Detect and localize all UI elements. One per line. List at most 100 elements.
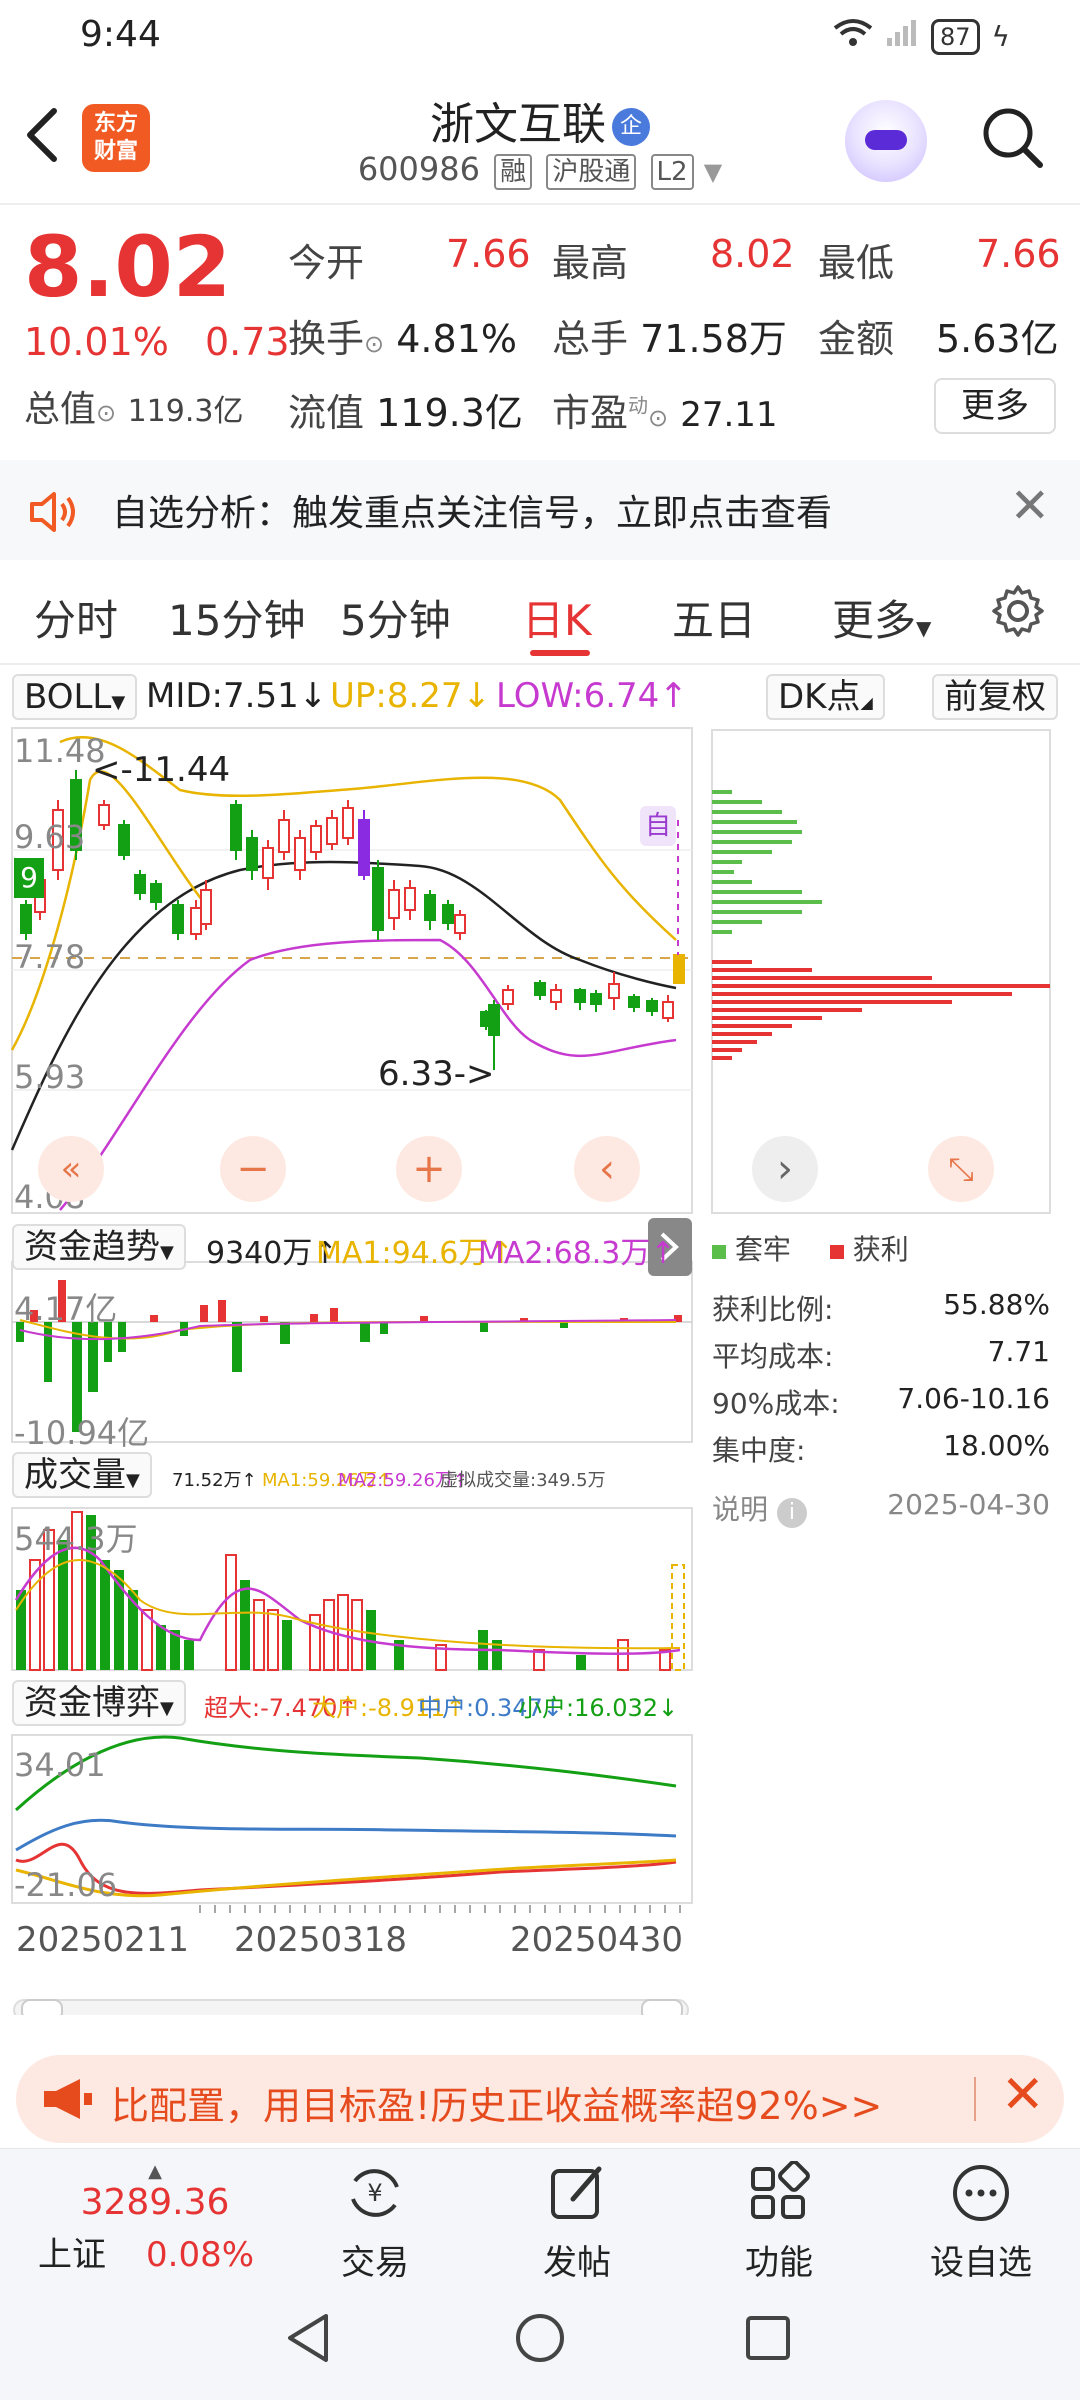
bottom-bar: ▲ 3289.36 上证 0.08% ¥ 交易 发帖 功能 设自选: [0, 2148, 1080, 2283]
more-dots-icon: [953, 2165, 1009, 2221]
minus-icon: −: [236, 1146, 270, 1192]
zoom-far-left-button[interactable]: «: [38, 1136, 104, 1202]
auto-label[interactable]: 自: [640, 806, 676, 846]
profit-swatch: [829, 1245, 844, 1259]
fund-game-title: 资金博弈: [24, 1683, 160, 1723]
status-bar: 9:44 87 ϟ: [0, 0, 1080, 70]
tag-connect: 沪股通: [546, 154, 637, 190]
mid-holder-line: [15, 1818, 677, 1852]
charging-icon: ϟ: [991, 20, 1010, 53]
tab-daily-k[interactable]: 日K: [522, 587, 592, 648]
grid-icon: [751, 2160, 810, 2219]
caret-down-icon: ▼: [703, 158, 723, 186]
info-dots-icon: ⊙: [364, 330, 385, 358]
quote-amount-label: 金额: [818, 317, 895, 361]
tag-l2: L2: [650, 154, 694, 190]
change-percent: 10.01%: [24, 320, 169, 364]
volume-value: 71.52万↑: [172, 1470, 257, 1491]
boll-mid-line: [10, 860, 677, 1151]
settings-button[interactable]: [990, 583, 1046, 643]
signal-icon: [885, 18, 919, 55]
chevron-left-icon: ‹: [599, 1146, 615, 1192]
quote-amount-value: 5.63亿: [936, 317, 1059, 361]
tab-five-day[interactable]: 五日: [672, 587, 756, 648]
volume-virtual: 虚拟成交量:349.5万: [440, 1470, 606, 1491]
range-slider-left-handle[interactable]: [21, 1999, 63, 2015]
fund-trend-title: 资金趋势: [24, 1227, 160, 1267]
tab-more-label: 更多: [832, 596, 917, 645]
nav-back-button[interactable]: [282, 2310, 334, 2370]
high-price-marker: <-11.44: [92, 750, 231, 790]
quote-open-label: 今开: [288, 241, 365, 285]
range-slider-right-handle[interactable]: [641, 1999, 683, 2015]
battery-indicator: 87: [930, 18, 980, 55]
nav-recents-button[interactable]: [744, 2314, 792, 2366]
quote-float-value: 流值 119.3亿: [288, 382, 523, 437]
tab-intraday[interactable]: 分时: [34, 587, 118, 648]
x-date-start: 20250211: [16, 1920, 190, 1960]
edit-icon: [551, 2166, 602, 2219]
price-change: 10.01% 0.73: [24, 320, 290, 364]
chip-note[interactable]: 说明 i: [712, 1488, 807, 1528]
expand-icon: ⤡: [948, 1150, 974, 1188]
quote-pe[interactable]: 市盈动⊙ 27.11: [552, 382, 778, 437]
trade-icon: ¥: [351, 2169, 399, 2217]
nav-post[interactable]: 发帖: [502, 2161, 652, 2284]
quote-turnover-value: 4.81%: [396, 317, 517, 361]
stock-code: 600986: [357, 150, 480, 188]
tab-more[interactable]: 更多▼: [832, 587, 931, 648]
caret-down-icon: ▼: [160, 1242, 174, 1263]
fullscreen-button[interactable]: ⤡: [928, 1136, 994, 1202]
quote-volume-value: 71.58万: [640, 317, 787, 361]
quote-pe-label: 市盈: [552, 391, 629, 435]
close-icon[interactable]: ✕: [1010, 478, 1050, 534]
volume-title: 成交量: [24, 1455, 126, 1495]
notice-banner[interactable]: 自选分析：触发重点关注信号，立即点击查看 ✕: [0, 460, 1080, 560]
nav-trade-label: 交易: [341, 2243, 409, 2283]
current-tag: 9: [14, 858, 44, 898]
close-icon[interactable]: ✕: [1001, 2065, 1045, 2125]
fund-game-selector[interactable]: 资金博弈▼: [12, 1680, 186, 1726]
index-widget[interactable]: ▲ 3289.36 上证 0.08%: [30, 2161, 280, 2276]
total-value-value: 119.3亿: [127, 394, 244, 429]
search-icon: [983, 108, 1043, 168]
nav-trade[interactable]: ¥ 交易: [300, 2161, 450, 2284]
fund-trend-ma2: MA2:68.3万↑: [478, 1236, 676, 1271]
tab-5min[interactable]: 5分钟: [340, 587, 451, 648]
search-button[interactable]: [980, 105, 1044, 169]
caret-up-icon: ▲: [148, 2161, 162, 2182]
scroll-right-button[interactable]: ›: [752, 1136, 818, 1202]
promo-text: 比配置，用目标盈!历史正收益概率超92%>>: [111, 2084, 883, 2128]
volume-selector[interactable]: 成交量▼: [12, 1452, 152, 1498]
range-slider-track[interactable]: [13, 1999, 689, 2015]
scroll-left-button[interactable]: ‹: [574, 1136, 640, 1202]
quote-float-amount: 119.3亿: [376, 391, 523, 435]
total-value-label: 总值: [24, 389, 97, 430]
assistant-avatar[interactable]: [845, 100, 927, 182]
total-value[interactable]: 总值⊙ 119.3亿: [24, 380, 243, 432]
quote-high-value: 8.02: [710, 232, 795, 276]
active-tab-indicator: [530, 650, 590, 656]
fund-trend-selector[interactable]: 资金趋势▼: [12, 1224, 186, 1270]
nav-home-button[interactable]: [514, 2312, 566, 2368]
nav-functions[interactable]: 功能: [704, 2160, 854, 2284]
promo-banner[interactable]: 比配置，用目标盈!历史正收益概率超92%>> ✕: [16, 2055, 1064, 2143]
chip-date: 2025-04-30: [887, 1488, 1050, 1521]
nav-add-watchlist[interactable]: 设自选: [906, 2161, 1056, 2284]
zoom-in-button[interactable]: +: [396, 1136, 462, 1202]
status-time: 9:44: [80, 14, 161, 55]
chevron-right-icon: ›: [777, 1146, 793, 1192]
quote-open-value: 7.66: [446, 232, 531, 276]
tab-15min[interactable]: 15分钟: [168, 587, 305, 648]
more-quote-button[interactable]: 更多: [934, 378, 1056, 434]
quote-turnover-label: 换手: [288, 317, 365, 361]
info-dots-icon: ⊙: [96, 399, 117, 427]
quote-turnover[interactable]: 换手⊙ 4.81%: [288, 308, 517, 363]
info-dots-icon: ⊙: [648, 404, 669, 432]
change-amount: 0.73: [205, 320, 290, 364]
zoom-out-button[interactable]: −: [220, 1136, 286, 1202]
fund-trend-y-top: 4.17亿: [14, 1290, 118, 1328]
quote-float-label: 流值: [288, 391, 365, 435]
stat-avg-cost-value: 7.71: [987, 1335, 1050, 1368]
nav-functions-label: 功能: [745, 2243, 813, 2283]
